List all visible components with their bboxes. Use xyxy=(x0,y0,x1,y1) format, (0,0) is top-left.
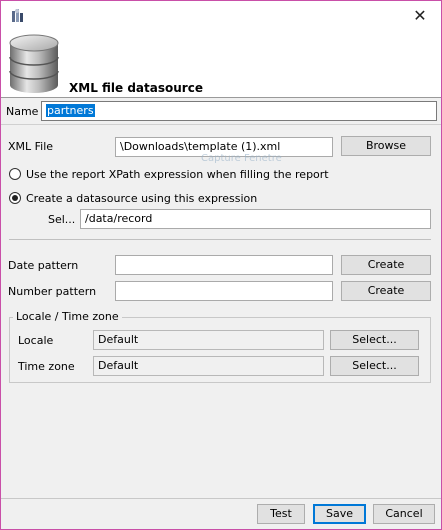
section-divider xyxy=(9,239,431,240)
close-icon[interactable]: ✕ xyxy=(409,5,431,27)
create-datasource-label[interactable]: Create a datasource using this expressio… xyxy=(26,192,257,205)
footer-bar: Test Save Cancel xyxy=(1,499,441,529)
database-icon xyxy=(7,33,61,95)
test-button[interactable]: Test xyxy=(257,504,305,524)
timezone-label: Time zone xyxy=(18,360,75,373)
date-pattern-create-button[interactable]: Create xyxy=(341,255,431,275)
select-expression-label: Sel... xyxy=(48,213,76,226)
timezone-field: Default xyxy=(93,356,324,376)
ghost-tooltip: Capture Fenetre xyxy=(201,153,282,164)
browse-button[interactable]: Browse xyxy=(341,136,431,156)
select-expression-input[interactable]: /data/record xyxy=(80,209,431,229)
name-input-value: partners xyxy=(46,104,95,117)
name-divider xyxy=(1,124,441,125)
locale-field: Default xyxy=(93,330,324,350)
form-panel: Name partners XML File \Downloads\templa… xyxy=(1,98,441,498)
use-report-xpath-label[interactable]: Use the report XPath expression when fil… xyxy=(26,168,329,181)
number-pattern-label: Number pattern xyxy=(8,285,97,298)
locale-label: Locale xyxy=(18,334,54,347)
timezone-select-button[interactable]: Select... xyxy=(330,356,419,376)
locale-select-button[interactable]: Select... xyxy=(330,330,419,350)
jasper-app-icon xyxy=(10,8,26,24)
dialog-window: ✕ XML file datasource Name partners XML … xyxy=(0,0,442,530)
date-pattern-label: Date pattern xyxy=(8,259,79,272)
name-input[interactable]: partners xyxy=(41,101,437,121)
title-bar: ✕ xyxy=(1,1,441,31)
cancel-button[interactable]: Cancel xyxy=(373,504,435,524)
number-pattern-input[interactable] xyxy=(115,281,333,301)
save-button[interactable]: Save xyxy=(313,504,366,524)
locale-group-legend: Locale / Time zone xyxy=(13,310,122,323)
xml-file-label: XML File xyxy=(8,140,54,153)
header-banner: XML file datasource xyxy=(1,31,441,97)
create-datasource-radio[interactable] xyxy=(9,192,21,204)
use-report-xpath-radio[interactable] xyxy=(9,168,21,180)
number-pattern-create-button[interactable]: Create xyxy=(341,281,431,301)
date-pattern-input[interactable] xyxy=(115,255,333,275)
banner-title: XML file datasource xyxy=(69,81,203,95)
name-label: Name xyxy=(6,105,39,118)
